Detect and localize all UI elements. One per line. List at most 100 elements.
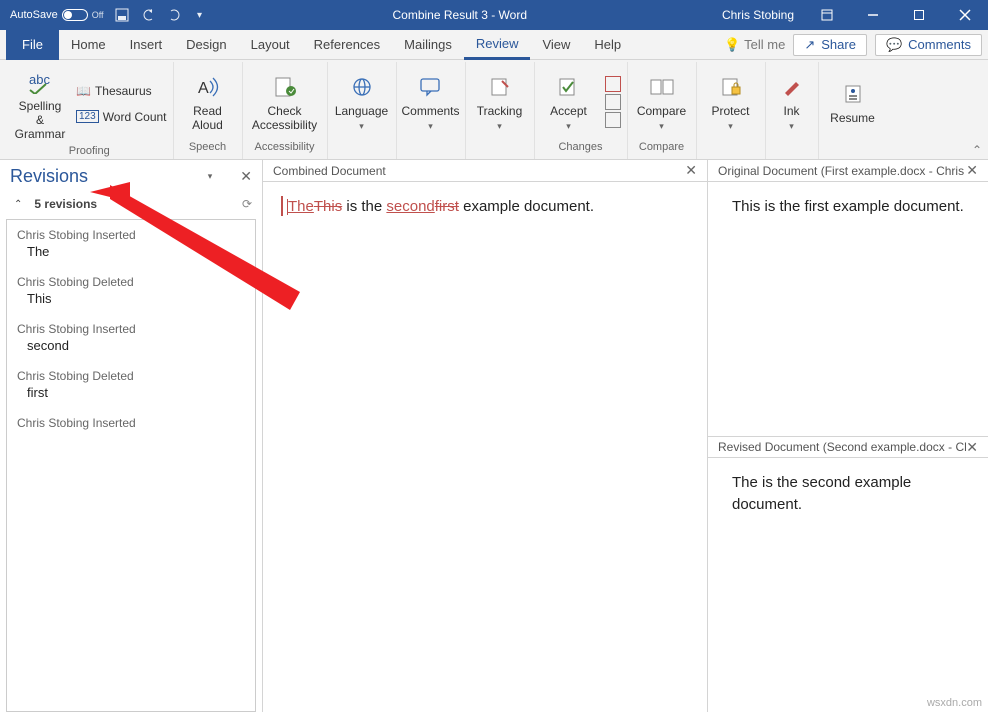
svg-text:abc: abc	[29, 72, 50, 87]
original-document-body[interactable]: This is the first example document.	[708, 182, 988, 436]
tab-references[interactable]: References	[302, 30, 392, 60]
protect-icon	[720, 71, 742, 103]
thesaurus-icon: 📖	[76, 84, 91, 98]
group-language: Language▾	[328, 62, 397, 159]
tell-me-search[interactable]: 💡 Tell me	[724, 37, 785, 53]
group-changes: Accept▾ Changes	[535, 62, 628, 159]
resume-icon	[842, 78, 864, 110]
change-bar	[281, 196, 283, 216]
group-resume: Resume	[819, 62, 887, 159]
group-speech: A Read Aloud Speech	[174, 62, 243, 159]
ribbon-display-icon[interactable]	[804, 0, 850, 30]
comments-dropdown[interactable]: Comments▾	[403, 69, 459, 133]
share-button[interactable]: ↗Share	[793, 34, 867, 56]
group-accessibility: Check Accessibility Accessibility	[243, 62, 328, 159]
combined-document-body[interactable]: TheThis is the secondfirst example docum…	[263, 182, 707, 712]
tab-file[interactable]: File	[6, 30, 59, 60]
group-ink: Ink▾	[766, 62, 819, 159]
word-count-button[interactable]: 123Word Count	[76, 106, 167, 128]
read-aloud-icon: A	[196, 71, 220, 103]
ink-button[interactable]: Ink▾	[772, 69, 812, 133]
tab-review[interactable]: Review	[464, 30, 531, 60]
share-icon: ↗	[804, 37, 815, 53]
revision-item: Chris Stobing Inserted	[7, 408, 255, 440]
lightbulb-icon: 💡	[724, 37, 740, 53]
user-name[interactable]: Chris Stobing	[712, 8, 804, 22]
save-icon[interactable]	[114, 7, 130, 23]
tracking-dropdown[interactable]: Tracking▾	[472, 69, 528, 133]
autosave-label: AutoSave	[10, 9, 58, 21]
tracking-icon	[488, 71, 512, 103]
compare-icon	[649, 71, 675, 103]
protect-button[interactable]: Protect▾	[703, 69, 759, 133]
refresh-icon[interactable]: ⟳	[242, 197, 252, 211]
svg-text:A: A	[198, 80, 209, 97]
revisions-title: Revisions	[10, 166, 200, 187]
original-title: Original Document (First example.docx - …	[718, 164, 964, 178]
resume-button[interactable]: Resume	[825, 76, 881, 128]
pane-options-icon[interactable]: ▾	[208, 171, 213, 182]
comments-icon	[419, 71, 443, 103]
tab-insert[interactable]: Insert	[118, 30, 175, 60]
tab-home[interactable]: Home	[59, 30, 118, 60]
pane-close-icon[interactable]: ✕	[240, 168, 252, 185]
revisions-pane: Revisions ▾ ✕ ⌃ 5 revisions ⟳ Chris Stob…	[0, 160, 263, 712]
tab-view[interactable]: View	[530, 30, 582, 60]
minimize-button[interactable]	[850, 0, 896, 30]
comments-button[interactable]: 💬Comments	[875, 34, 982, 56]
group-label-changes: Changes	[558, 139, 602, 157]
tab-design[interactable]: Design	[174, 30, 238, 60]
combined-close-icon[interactable]: ✕	[685, 162, 697, 179]
language-button[interactable]: Language▾	[334, 69, 390, 133]
next-change-icon[interactable]	[605, 112, 621, 128]
group-label-speech: Speech	[189, 139, 226, 157]
toggle-off-icon	[62, 9, 88, 21]
source-documents-pane: Original Document (First example.docx - …	[708, 160, 988, 712]
revisions-list[interactable]: Chris Stobing InsertedThe Chris Stobing …	[6, 219, 256, 712]
window-title: Combine Result 3 - Word	[208, 8, 712, 22]
qat-more-icon[interactable]: ▾	[192, 7, 208, 23]
close-button[interactable]	[942, 0, 988, 30]
group-label-accessibility: Accessibility	[255, 139, 315, 157]
revised-title: Revised Document (Second example.docx - …	[718, 440, 966, 454]
read-aloud-button[interactable]: A Read Aloud	[180, 69, 236, 135]
compare-button[interactable]: Compare▾	[634, 69, 690, 133]
language-icon	[350, 71, 374, 103]
comment-icon: 💬	[886, 37, 902, 53]
group-label-proofing: Proofing	[69, 143, 110, 161]
spelling-grammar-button[interactable]: abc Spelling & Grammar	[12, 64, 68, 143]
group-protect: Protect▾	[697, 62, 766, 159]
group-tracking: Tracking▾	[466, 62, 535, 159]
revision-item: Chris Stobing DeletedThis	[7, 267, 255, 314]
undo-icon[interactable]	[140, 7, 156, 23]
thesaurus-button[interactable]: 📖Thesaurus	[76, 80, 167, 102]
chevron-up-icon[interactable]: ⌃	[14, 199, 22, 210]
maximize-button[interactable]	[896, 0, 942, 30]
autosave-toggle[interactable]: AutoSave Off	[10, 9, 104, 21]
group-compare: Compare▾ Compare	[628, 62, 697, 159]
combined-title: Combined Document	[273, 164, 386, 178]
reject-icon[interactable]	[605, 76, 621, 92]
tab-layout[interactable]: Layout	[239, 30, 302, 60]
group-label-compare: Compare	[639, 139, 684, 157]
original-close-icon[interactable]: ✕	[966, 162, 978, 179]
revision-item: Chris Stobing Deletedfirst	[7, 361, 255, 408]
revised-close-icon[interactable]: ✕	[966, 439, 978, 456]
collapse-ribbon-icon[interactable]: ⌃	[972, 143, 982, 157]
accept-icon	[557, 71, 581, 103]
redo-icon[interactable]	[166, 7, 182, 23]
wordcount-icon: 123	[76, 110, 99, 123]
prev-change-icon[interactable]	[605, 94, 621, 110]
ink-icon	[782, 71, 802, 103]
combined-document-pane: Combined Document ✕ TheThis is the secon…	[263, 160, 708, 712]
check-accessibility-button[interactable]: Check Accessibility	[249, 69, 321, 135]
group-comments: Comments▾	[397, 62, 466, 159]
accept-button[interactable]: Accept▾	[541, 69, 597, 133]
ribbon-tabs: File Home Insert Design Layout Reference…	[0, 30, 988, 60]
tab-mailings[interactable]: Mailings	[392, 30, 464, 60]
watermark: wsxdn.com	[927, 697, 982, 709]
tab-help[interactable]: Help	[582, 30, 633, 60]
ribbon: abc Spelling & Grammar 📖Thesaurus 123Wor…	[0, 60, 988, 160]
title-bar: AutoSave Off ▾ Combine Result 3 - Word C…	[0, 0, 988, 30]
revised-document-body[interactable]: The is the second example document.	[708, 458, 988, 712]
